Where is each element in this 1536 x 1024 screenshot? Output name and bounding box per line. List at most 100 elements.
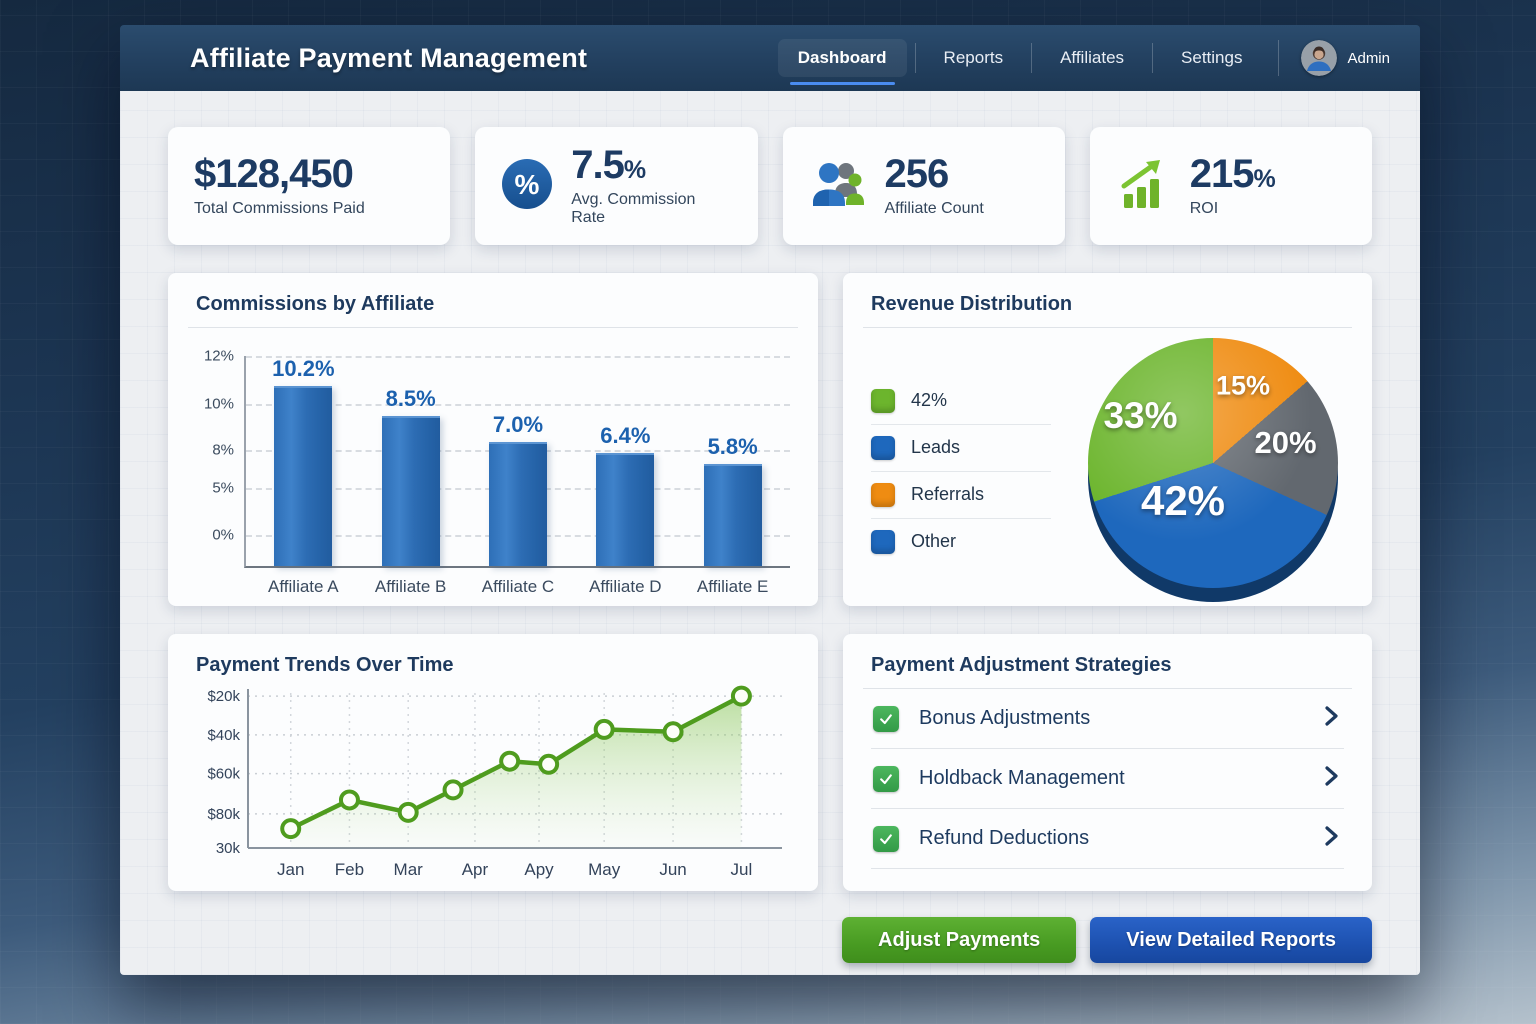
strategy-row-bonus-adjustments[interactable]: Bonus Adjustments xyxy=(871,689,1344,749)
x-tick-label: Affiliate C xyxy=(468,577,568,597)
bar-column: 8.5% xyxy=(361,356,461,566)
data-point-marker xyxy=(282,820,299,837)
stat-card-affiliate-count: 256 Affiliate Count xyxy=(783,127,1065,245)
bar-value-label: 8.5% xyxy=(386,386,436,412)
pie-chart-body: 42% Leads Referrals xyxy=(871,338,1344,592)
legend-item: Referrals xyxy=(871,471,1051,518)
x-tick-label: Affiliate D xyxy=(575,577,675,597)
data-point-marker xyxy=(540,756,557,773)
stat-number: 215 xyxy=(1190,152,1254,196)
pie-slice-label: 42% xyxy=(1141,477,1225,525)
bar-value-label: 6.4% xyxy=(600,423,650,449)
x-tick-label: May xyxy=(588,860,621,879)
strategy-label: Bonus Adjustments xyxy=(919,707,1090,730)
legend-item: Leads xyxy=(871,424,1051,471)
panel-title: Revenue Distribution xyxy=(871,293,1344,316)
pie-slice-label: 20% xyxy=(1254,425,1316,461)
x-tick-label: Mar xyxy=(394,860,424,879)
line-chart: JanFebMarAprApyMayJunJul$20k$40k$60k$80k… xyxy=(196,683,790,883)
y-tick-label: 12% xyxy=(204,348,234,365)
stat-card-total-commissions: $128,450 Total Commissions Paid xyxy=(168,127,450,245)
check-icon xyxy=(873,766,899,792)
legend-label: Leads xyxy=(911,437,960,458)
nav-tab-affiliates[interactable]: Affiliates xyxy=(1040,39,1144,77)
legend-swatch xyxy=(871,530,895,554)
chevron-right-icon xyxy=(1320,824,1342,853)
dashboard-content: $128,450 Total Commissions Paid % xyxy=(120,91,1420,975)
bar-column: 5.8% xyxy=(683,356,783,566)
page-title: Affiliate Payment Management xyxy=(190,43,587,74)
bar xyxy=(704,464,762,566)
x-tick-label: Jul xyxy=(731,860,753,879)
y-tick-label: 30k xyxy=(216,840,241,857)
area-fill xyxy=(291,696,742,848)
legend-swatch xyxy=(871,389,895,413)
main-nav: Dashboard Reports Affiliates Settings xyxy=(778,39,1390,77)
chevron-right-icon xyxy=(1320,764,1342,793)
strategy-row-holdback-management[interactable]: Holdback Management xyxy=(871,749,1344,809)
bar-columns: 10.2% 8.5% 7.0% xyxy=(246,356,790,566)
user-menu[interactable]: Admin xyxy=(1278,40,1390,76)
data-point-marker xyxy=(596,721,613,738)
panel-title: Payment Trends Over Time xyxy=(196,654,790,677)
nav-divider xyxy=(1152,43,1153,73)
pie-chart: 15% 20% 42% 33% xyxy=(1088,338,1338,588)
x-tick-label: Affiliate B xyxy=(361,577,461,597)
nav-tab-reports[interactable]: Reports xyxy=(924,39,1024,77)
panel-title: Payment Adjustment Strategies xyxy=(871,654,1344,677)
y-tick-label: $20k xyxy=(207,688,240,705)
data-point-marker xyxy=(665,723,682,740)
svg-text:%: % xyxy=(515,169,540,200)
bar-chart-plot: 10.2% 8.5% 7.0% xyxy=(244,356,790,568)
nav-tab-settings[interactable]: Settings xyxy=(1161,39,1262,77)
bar xyxy=(596,453,654,566)
stat-value: 215% xyxy=(1190,154,1275,194)
desktop-background: Affiliate Payment Management Dashboard R… xyxy=(0,0,1536,1024)
chevron-right-icon xyxy=(1320,704,1342,733)
panel-title: Commissions by Affiliate xyxy=(196,293,790,316)
percent-icon: % xyxy=(501,158,553,215)
data-point-marker xyxy=(400,804,417,821)
user-name: Admin xyxy=(1347,50,1390,67)
x-tick-label: Apy xyxy=(524,860,554,879)
top-nav-bar: Affiliate Payment Management Dashboard R… xyxy=(120,25,1420,91)
bar-column: 6.4% xyxy=(575,356,675,566)
check-icon xyxy=(873,826,899,852)
app-window: Affiliate Payment Management Dashboard R… xyxy=(120,25,1420,975)
pie-slice-label: 33% xyxy=(1103,395,1177,437)
bar-column: 10.2% xyxy=(253,356,353,566)
bar-chart: 12%10%8%5%0% 10.2% 8.5% xyxy=(196,356,790,568)
stat-number: 7.5 xyxy=(571,143,624,187)
y-tick-label: $60k xyxy=(207,766,240,783)
growth-chart-icon xyxy=(1116,156,1172,217)
x-tick-label: Feb xyxy=(335,860,364,879)
actions-row: Adjust Payments View Detailed Reports xyxy=(168,917,1372,963)
adjust-payments-button[interactable]: Adjust Payments xyxy=(842,917,1076,963)
pie-slices xyxy=(1088,338,1338,588)
stat-value: $128,450 xyxy=(194,154,365,194)
panel-divider xyxy=(863,327,1352,328)
nav-divider xyxy=(915,43,916,73)
nav-divider xyxy=(1031,43,1032,73)
data-point-marker xyxy=(445,781,462,798)
stat-value: 256 xyxy=(885,154,984,194)
pie-legend: 42% Leads Referrals xyxy=(871,378,1051,565)
y-tick-label: 0% xyxy=(212,526,234,543)
bar-chart-x-axis: Affiliate A Affiliate B Affiliate C Affi… xyxy=(246,577,790,597)
data-point-marker xyxy=(341,791,358,808)
strategy-row-refund-deductions[interactable]: Refund Deductions xyxy=(871,809,1344,869)
strategy-label: Holdback Management xyxy=(919,767,1125,790)
stat-label: ROI xyxy=(1190,200,1275,218)
nav-tab-dashboard[interactable]: Dashboard xyxy=(778,39,907,77)
avatar xyxy=(1301,40,1337,76)
view-detailed-reports-button[interactable]: View Detailed Reports xyxy=(1090,917,1372,963)
bottom-row: Payment Trends Over Time JanFebMarAprApy… xyxy=(168,634,1372,891)
legend-swatch xyxy=(871,483,895,507)
pie-slice-label: 15% xyxy=(1216,370,1270,401)
bar xyxy=(489,442,547,566)
strategies-panel: Payment Adjustment Strategies Bonus Adju… xyxy=(843,634,1372,891)
bar-chart-panel: Commissions by Affiliate 12%10%8%5%0% 10… xyxy=(168,273,818,606)
check-icon xyxy=(873,706,899,732)
x-tick-label: Affiliate A xyxy=(253,577,353,597)
stat-label: Affiliate Count xyxy=(885,200,984,218)
